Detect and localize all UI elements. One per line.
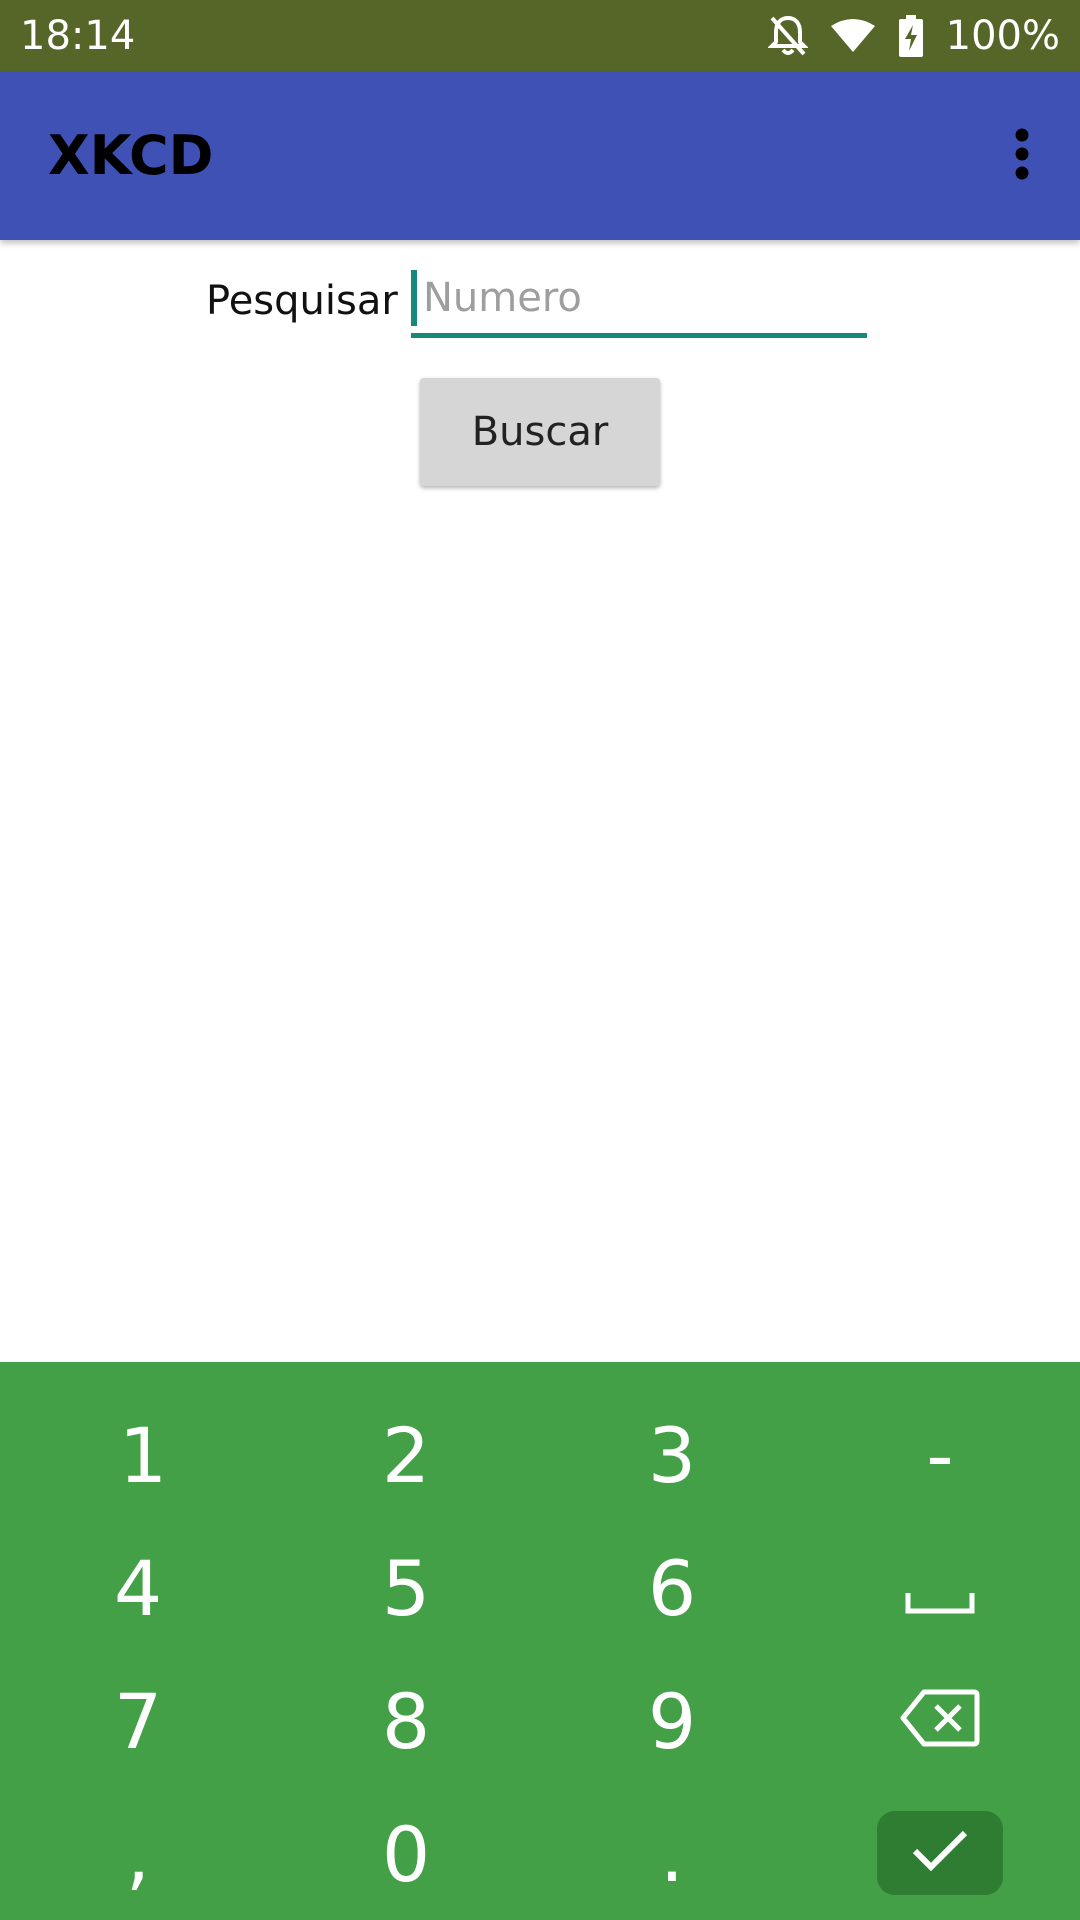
search-field[interactable] (411, 266, 879, 338)
space-icon (905, 1544, 975, 1633)
key-3[interactable]: 3 (538, 1389, 806, 1521)
wifi-icon (830, 18, 876, 54)
key-space[interactable] (806, 1522, 1074, 1654)
overflow-menu-button[interactable] (990, 124, 1054, 188)
key-6[interactable]: 6 (538, 1522, 806, 1654)
key-period[interactable]: . (538, 1788, 806, 1920)
notifications-off-icon (767, 14, 808, 58)
key-dash[interactable]: - (806, 1389, 1074, 1521)
text-cursor (411, 270, 417, 326)
key-2[interactable]: 2 (272, 1389, 540, 1521)
search-label: Pesquisar (206, 278, 398, 324)
key-comma[interactable]: , (4, 1788, 272, 1920)
backspace-icon (900, 1677, 980, 1766)
battery-charging-icon (898, 15, 924, 57)
status-time: 18:14 (20, 13, 136, 59)
key-8[interactable]: 8 (272, 1655, 540, 1787)
key-9[interactable]: 9 (538, 1655, 806, 1787)
check-icon (911, 1829, 969, 1877)
key-enter[interactable] (877, 1811, 1003, 1895)
key-7[interactable]: 7 (4, 1655, 272, 1787)
battery-percent: 100% (945, 13, 1060, 59)
key-0[interactable]: 0 (272, 1788, 540, 1920)
key-4[interactable]: 4 (4, 1522, 272, 1654)
key-1[interactable]: 1 (9, 1389, 277, 1521)
app-title: XKCD (48, 124, 214, 187)
key-backspace[interactable] (806, 1655, 1074, 1787)
status-icons: 100% (767, 8, 1060, 64)
key-5[interactable]: 5 (272, 1522, 540, 1654)
search-button[interactable]: Buscar (420, 378, 660, 486)
app-bar: XKCD (0, 72, 1080, 240)
search-input[interactable] (411, 266, 879, 330)
status-bar: 18:14 100% (0, 0, 1080, 72)
more-vert-icon (1014, 128, 1030, 184)
